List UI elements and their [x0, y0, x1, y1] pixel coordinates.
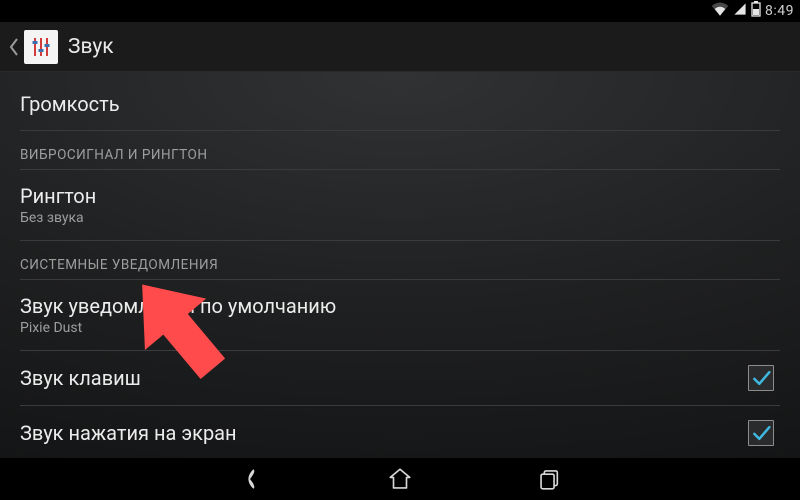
volume-row[interactable]: Громкость	[20, 72, 780, 131]
back-button[interactable]	[4, 22, 24, 72]
cell-signal-icon	[733, 2, 747, 20]
section-header-vibration-ringtone: ВИБРОСИГНАЛ И РИНГТОН	[20, 131, 780, 170]
battery-icon	[751, 1, 761, 21]
status-bar: 8:49	[0, 0, 800, 22]
section-header-system-notifications: СИСТЕМНЫЕ УВЕДОМЛЕНИЯ	[20, 241, 780, 280]
dialpad-tones-row[interactable]: Звук клавиш	[20, 351, 780, 406]
default-notification-title: Звук уведомлений по умолчанию	[20, 294, 780, 318]
default-notification-row[interactable]: Звук уведомлений по умолчанию Pixie Dust	[20, 280, 780, 351]
dialpad-tones-label: Звук клавиш	[20, 366, 748, 390]
volume-label: Громкость	[20, 92, 780, 116]
nav-recents-button[interactable]	[535, 464, 565, 494]
equalizer-icon	[24, 30, 58, 64]
wifi-icon	[711, 2, 729, 20]
dialpad-tones-checkbox[interactable]	[748, 365, 774, 391]
nav-back-button[interactable]	[235, 464, 265, 494]
navigation-bar	[0, 458, 800, 500]
touch-sounds-label: Звук нажатия на экран	[20, 421, 748, 445]
default-notification-value: Pixie Dust	[20, 320, 780, 336]
touch-sounds-checkbox[interactable]	[748, 420, 774, 446]
nav-home-button[interactable]	[385, 464, 415, 494]
touch-sounds-row[interactable]: Звук нажатия на экран	[20, 406, 780, 458]
page-title: Звук	[68, 35, 114, 59]
ringtone-row[interactable]: Рингтон Без звука	[20, 170, 780, 241]
ringtone-value: Без звука	[20, 210, 780, 226]
action-bar: Звук	[0, 22, 800, 72]
settings-list: Громкость ВИБРОСИГНАЛ И РИНГТОН Рингтон …	[0, 72, 800, 458]
ringtone-title: Рингтон	[20, 184, 780, 208]
status-clock: 8:49	[765, 3, 794, 19]
